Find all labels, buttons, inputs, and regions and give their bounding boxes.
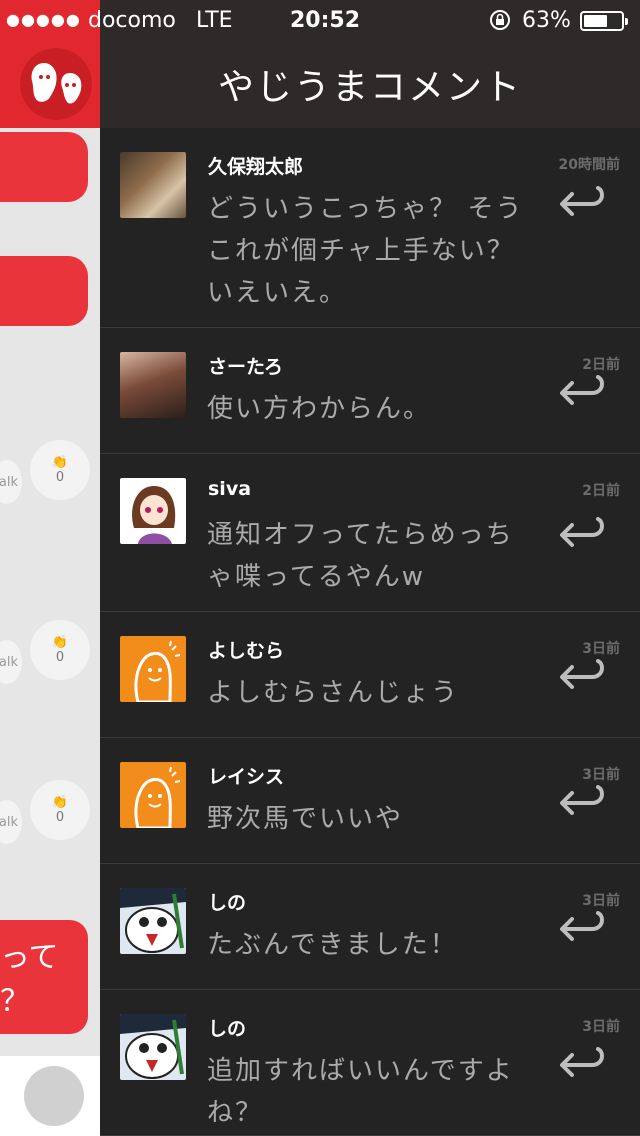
comment-timestamp: 3日前 [582,1019,620,1035]
commenter-avatar[interactable] [120,152,186,218]
comment-row[interactable]: siva 2日前通知オフってたらめっちゃ喋ってるやんw [100,454,640,612]
signal-strength-icon: ●●●●● [6,10,81,29]
comment-timestamp: 3日前 [582,767,620,783]
reply-arrow-icon[interactable] [558,375,606,415]
background-chat-bubble [0,132,88,202]
comment-row[interactable]: しの 3日前追加すればいいんですよね？ [100,990,640,1136]
clap-icon: 👏 [51,795,69,810]
reply-arrow-icon[interactable] [558,785,606,825]
network-type: LTE [196,8,233,33]
user-avatar [24,1066,84,1126]
status-bar: ●●●●● docomo LTE 20:52 63% [0,0,640,40]
commenter-name: siva [208,478,252,500]
comment-timestamp: 3日前 [582,893,620,909]
commenter-avatar[interactable] [120,762,186,828]
commenter-name: しの [208,1018,247,1040]
reply-arrow-icon[interactable] [558,517,606,557]
clap-icon: 👏 [51,635,69,650]
reply-arrow-icon[interactable] [558,186,606,226]
carrier-name: docomo [88,8,176,33]
commenter-name: よしむら [208,640,285,662]
app-logo-icon [20,48,92,120]
commenter-avatar[interactable] [120,1014,186,1080]
battery-percent: 63% [522,8,571,33]
commenter-avatar[interactable] [120,478,186,544]
clap-count: 0 [55,650,65,665]
reply-arrow-icon[interactable] [558,911,606,951]
comment-text: 野次馬でいいや [207,804,404,834]
comment-row[interactable]: よしむら 3日前よしむらさんじょう [100,612,640,738]
commenter-avatar[interactable] [120,352,186,418]
comment-row[interactable]: レイシス 3日前野次馬でいいや [100,738,640,864]
comment-timestamp: 3日前 [582,641,620,657]
clock: 20:52 [290,8,361,33]
clap-count: 0 [55,810,65,825]
comment-text: どういうこっちゃ？ そうこれが個チャ上手ない？いえいえ。 [207,194,524,308]
commenter-name: 久保翔太郎 [208,156,304,178]
commenter-avatar[interactable] [120,636,186,702]
commenter-avatar[interactable] [120,888,186,954]
comment-timestamp: 2日前 [582,357,620,373]
background-chat-bubble-text: って ？ [0,920,88,1034]
background-talk-row: alk 👏 0 [0,440,100,504]
comment-panel: やじうまコメント 久保翔太郎 20時間前どういうこっちゃ？ そうこれが個チャ上手な… [100,0,640,1136]
rotation-lock-icon [488,8,512,38]
comment-list[interactable]: 久保翔太郎 20時間前どういうこっちゃ？ そうこれが個チャ上手ない？いえいえ。さー… [100,128,640,1136]
comment-row[interactable]: さーたろ 2日前使い方わからん。 [100,328,640,454]
background-app: alk 👏 0 alk 👏 0 alk 👏 0 って ？ [0,0,100,1136]
page-title: やじうまコメント [217,67,522,108]
comment-text: 追加すればいいんですよね？ [207,1056,514,1128]
battery-fill [584,15,607,27]
comment-row[interactable]: 久保翔太郎 20時間前どういうこっちゃ？ そうこれが個チャ上手ない？いえいえ。 [100,128,640,328]
clap-icon: 👏 [51,455,69,470]
reply-arrow-icon[interactable] [558,659,606,699]
clap-button: 👏 0 [30,440,90,500]
comment-timestamp: 2日前 [582,483,620,499]
background-talk-row: alk 👏 0 [0,620,100,684]
battery-icon [580,11,628,31]
comment-row[interactable]: しの 3日前たぶんできました！ [100,864,640,990]
reply-arrow-icon[interactable] [558,1047,606,1087]
comment-timestamp: 20時間前 [558,157,620,173]
talk-label: alk [0,640,22,684]
comment-text: よしむらさんじょう [207,678,460,708]
clap-button: 👏 0 [30,780,90,840]
background-talk-row: alk 👏 0 [0,780,100,844]
talk-label: alk [0,460,22,504]
comment-text: 通知オフってたらめっちゃ喋ってるやんw [207,520,514,592]
clap-button: 👏 0 [30,620,90,680]
comment-text: たぶんできました！ [207,930,458,960]
clap-count: 0 [55,470,65,485]
commenter-name: しの [208,892,247,914]
commenter-name: さーたろ [208,356,283,378]
comment-text: 使い方わからん。 [207,394,432,424]
background-chat-bubble [0,256,88,326]
talk-label: alk [0,800,22,844]
commenter-name: レイシス [208,766,285,788]
